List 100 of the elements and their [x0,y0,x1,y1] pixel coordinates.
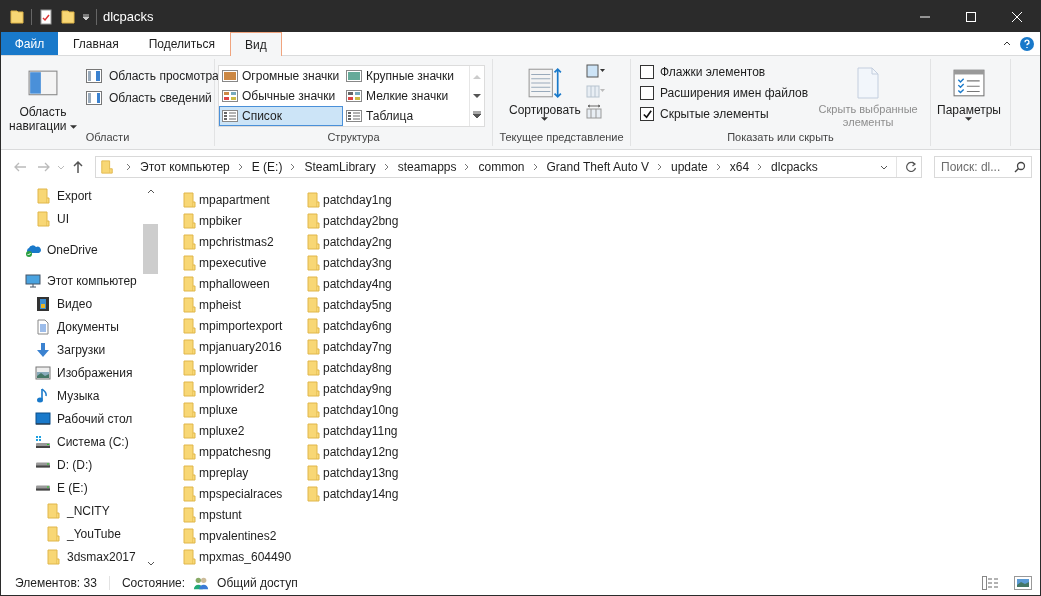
folder-item[interactable]: mpapartment [181,189,305,210]
folder-item[interactable]: patchday14ng [305,483,429,504]
refresh-icon[interactable] [905,161,917,173]
help-icon[interactable] [1020,36,1034,51]
folder-item[interactable]: mplowrider2 [181,378,305,399]
layout-option[interactable]: Крупные значки [343,66,469,86]
folder-item[interactable]: patchday9ng [305,378,429,399]
sort-button[interactable]: Сортировать [506,63,584,124]
folder-item[interactable]: mpstunt [181,504,305,525]
breadcrumb[interactable]: SteamLibrary [304,160,376,174]
nav-item[interactable]: _YouTube [1,522,142,545]
breadcrumb[interactable]: E (E:) [251,160,283,174]
layout-option[interactable]: Огромные значки [219,66,343,86]
folder-item[interactable]: patchday5ng [305,294,429,315]
folder-item[interactable]: patchday2bng [305,210,429,231]
scroll-down-icon[interactable] [146,559,155,567]
nav-item[interactable]: 3dsmax2017 [1,545,142,568]
nav-item[interactable]: OneDrive [1,238,142,261]
nav-item[interactable]: Рабочий стол [1,407,142,430]
details-view-icon[interactable] [982,576,1000,590]
folder-item[interactable]: mpchristmas2 [181,231,305,252]
chevron-icon[interactable] [464,163,471,171]
chevron-icon[interactable] [657,163,663,171]
pane-button[interactable]: Область просмотра [86,69,219,83]
folder-item[interactable]: mpexecutive [181,252,305,273]
folder-item[interactable]: mpvalentines2 [181,525,305,546]
chevron-icon[interactable] [532,163,539,171]
ribbon-tab[interactable]: Файл [1,32,58,55]
ribbon-tab[interactable]: Вид [229,32,282,56]
breadcrumb[interactable]: Этот компьютер [140,160,230,174]
checkbox[interactable] [640,107,654,121]
nav-item[interactable]: Система (C:) [1,430,142,453]
nav-item[interactable]: Изображения [1,361,142,384]
navigation-pane-button[interactable]: Область навигации [4,63,82,135]
new-folder-icon[interactable] [60,8,76,25]
folder-item[interactable]: patchday2ng [305,231,429,252]
folder-item[interactable]: mpjanuary2016 [181,336,305,357]
nav-item[interactable]: Музыка [1,384,142,407]
folder-item[interactable]: patchday1ng [305,189,429,210]
folder-item[interactable]: mpspecialraces [181,483,305,504]
folder-item[interactable]: patchday10ng [305,399,429,420]
checkbox[interactable] [640,65,654,79]
folder-item[interactable]: mpimportexport [181,315,305,336]
chevron-icon[interactable] [237,163,244,171]
folder-item[interactable]: patchday13ng [305,462,429,483]
nav-item[interactable]: Этот компьютер [1,269,142,292]
nav-item[interactable]: E (E:) [1,476,142,499]
chevron-icon[interactable] [126,163,132,171]
folder-item[interactable]: mplowrider [181,357,305,378]
ribbon-tab[interactable]: Главная [58,32,134,55]
breadcrumb[interactable]: update [671,160,708,174]
nav-item[interactable]: Видео [1,292,142,315]
nav-item[interactable]: Export [1,184,142,207]
nav-item[interactable]: D: (D:) [1,453,142,476]
caret-icon[interactable] [82,12,90,21]
layout-option[interactable]: Мелкие значки [343,86,469,106]
folder-item[interactable]: mphalloween [181,273,305,294]
search-field[interactable]: Поиск: dl... [934,156,1032,178]
checkbox[interactable] [640,86,654,100]
nav-item[interactable]: _NCITY [1,499,142,522]
scroll-up-icon[interactable] [146,188,155,196]
chevron-icon[interactable] [757,163,764,171]
nav-item[interactable]: Документы [1,315,142,338]
folder-icon[interactable] [9,8,25,25]
group-by-icon[interactable] [585,63,606,79]
address-bar[interactable]: Этот компьютер E (E:) SteamLibrary steamapps common Grand Theft Auto V update x64 dlcpacks [95,156,922,178]
pane-button[interactable]: Область сведений [86,91,219,105]
folder-item[interactable]: patchday4ng [305,273,429,294]
ribbon-tab[interactable]: Поделиться [133,32,230,55]
options-button[interactable]: Параметры [934,63,1004,124]
folder-item[interactable]: patchday12ng [305,441,429,462]
breadcrumb[interactable]: Grand Theft Auto V [546,160,649,174]
folder-item[interactable]: patchday7ng [305,336,429,357]
scroll-down-icon[interactable] [473,92,481,100]
large-icons-view-icon[interactable] [1014,576,1032,590]
breadcrumb[interactable]: dlcpacks [771,160,818,174]
breadcrumb[interactable]: x64 [729,160,750,174]
chevron-icon[interactable] [383,163,390,171]
folder-item[interactable]: mpxmas_604490 [181,546,305,567]
folder-item[interactable]: mpluxe2 [181,420,305,441]
folder-item[interactable]: mpheist [181,294,305,315]
folder-item[interactable]: patchday6ng [305,315,429,336]
nav-item[interactable]: Загрузки [1,338,142,361]
layout-option[interactable]: Список [219,106,343,126]
scrollbar-thumb[interactable] [143,224,158,274]
more-icon[interactable] [473,110,481,119]
chevron-icon[interactable] [290,163,297,171]
breadcrumb[interactable]: common [478,160,525,174]
properties-icon[interactable] [38,8,54,25]
folder-item[interactable]: mppatchesng [181,441,305,462]
layout-option[interactable]: Таблица [343,106,469,126]
folder-item[interactable]: mpluxe [181,399,305,420]
chevron-icon[interactable] [715,163,722,171]
folder-item[interactable]: mpreplay [181,462,305,483]
up-icon[interactable] [71,160,85,174]
folder-item[interactable]: patchday3ng [305,252,429,273]
layout-option[interactable]: Обычные значки [219,86,343,106]
folder-item[interactable]: patchday8ng [305,357,429,378]
nav-item[interactable]: UI [1,207,142,230]
dropdown-icon[interactable] [880,163,888,171]
